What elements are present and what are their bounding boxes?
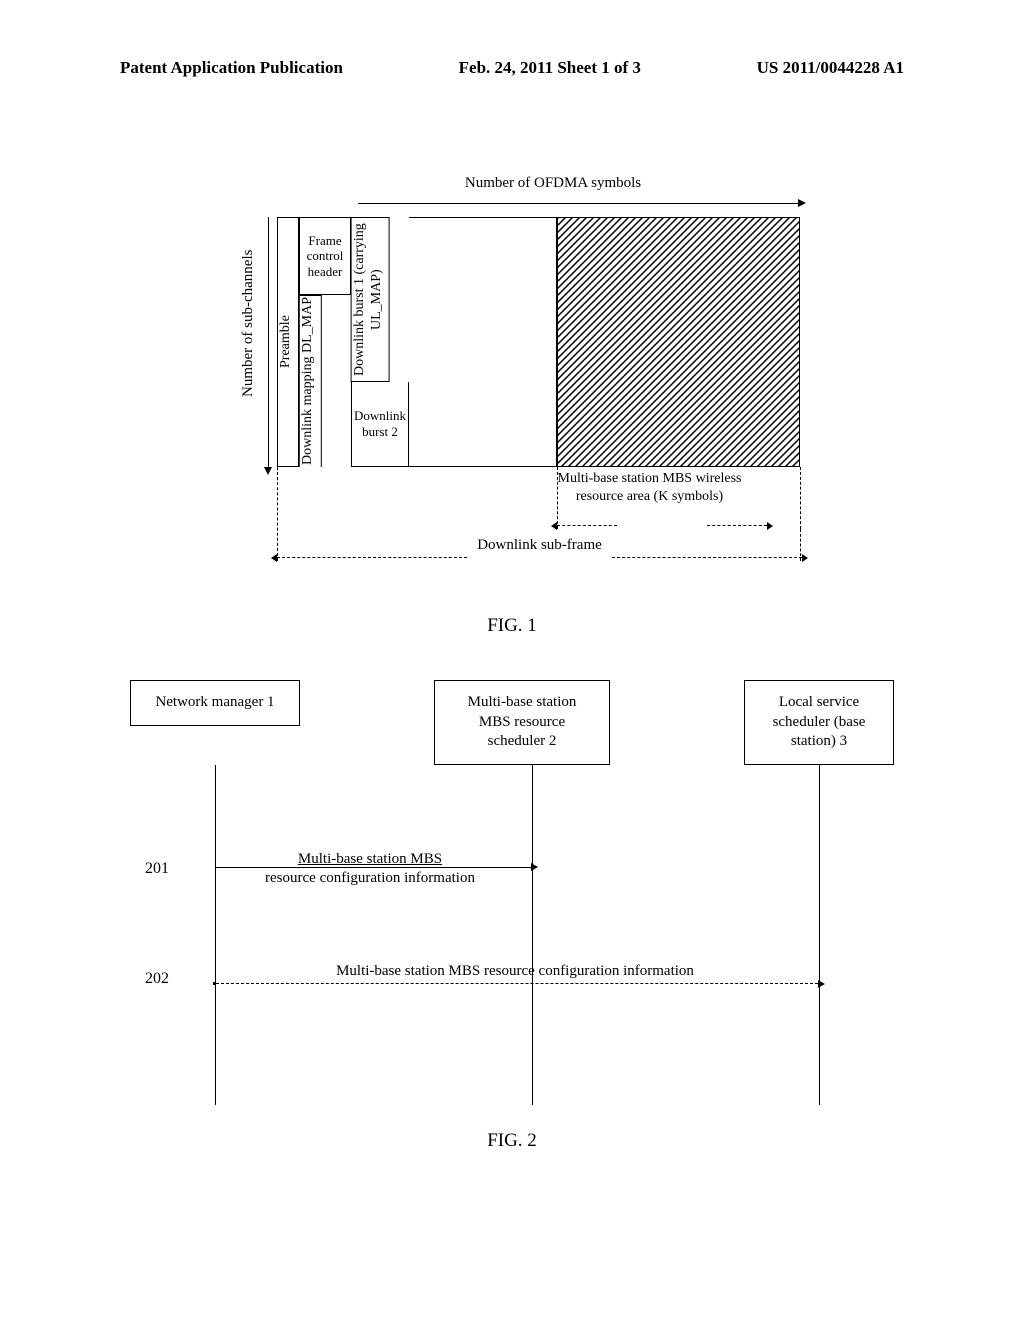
mbs-resource-area <box>557 217 800 467</box>
figure-2-caption: FIG. 2 <box>0 1130 1024 1152</box>
mbs-right-dashed <box>800 467 801 529</box>
msg1-line1: Multi-base station MBS <box>298 851 442 867</box>
figure-1: Number of OFDMA symbols Number of sub-ch… <box>242 175 804 200</box>
x-axis-arrow <box>358 203 798 204</box>
downlink-mapping: Downlink mapping DL_MAP <box>299 295 322 467</box>
lifeline-1 <box>215 765 216 1105</box>
downlink-burst-1: Downlink burst 1 (carrying UL_MAP) <box>351 217 390 382</box>
figure-2: Network manager 1 Multi-base station MBS… <box>130 680 894 765</box>
step-202-label: 202 <box>145 970 169 988</box>
y-axis-label: Number of sub-channels <box>240 223 257 423</box>
preamble-block: Preamble <box>277 217 299 467</box>
frame-control-header: Frame control header <box>299 217 351 295</box>
subframe-label: Downlink sub-frame <box>277 537 802 554</box>
msg1-line2: resource configuration information <box>265 870 475 886</box>
header-left: Patent Application Publication <box>120 58 343 78</box>
step-201-label: 201 <box>145 860 169 878</box>
column-2: Frame control header Downlink mapping DL… <box>299 217 351 467</box>
network-manager-box: Network manager 1 <box>130 680 300 726</box>
message-1-text: Multi-base station MBS resource configur… <box>260 850 480 889</box>
lifeline-3 <box>819 765 820 1105</box>
local-scheduler-box: Local service scheduler (base station) 3 <box>744 680 894 765</box>
message-1-arrow <box>216 867 531 868</box>
mbs-scheduler-box: Multi-base station MBS resource schedule… <box>434 680 610 765</box>
figure-1-caption: FIG. 1 <box>0 615 1024 637</box>
header-right: US 2011/0044228 A1 <box>757 58 904 78</box>
k-symbols-arrow <box>557 525 767 526</box>
message-2-text: Multi-base station MBS resource configur… <box>270 963 760 980</box>
sequence-actors: Network manager 1 Multi-base station MBS… <box>130 680 894 765</box>
mbs-label: Multi-base station MBS wireless resource… <box>552 470 747 506</box>
x-axis-label: Number of OFDMA symbols <box>242 175 804 192</box>
y-axis-arrow <box>268 217 269 467</box>
frame-structure: Preamble Frame control header Downlink m… <box>277 217 802 467</box>
page-header: Patent Application Publication Feb. 24, … <box>0 0 1024 78</box>
downlink-burst-2: Downlink burst 2 <box>351 382 409 467</box>
message-2-arrow <box>216 983 818 984</box>
header-center: Feb. 24, 2011 Sheet 1 of 3 <box>459 58 641 78</box>
lifeline-2 <box>532 765 533 1105</box>
empty-area <box>409 217 557 467</box>
subframe-arrow <box>277 557 802 558</box>
column-3: Downlink burst 1 (carrying UL_MAP) Downl… <box>351 217 409 467</box>
